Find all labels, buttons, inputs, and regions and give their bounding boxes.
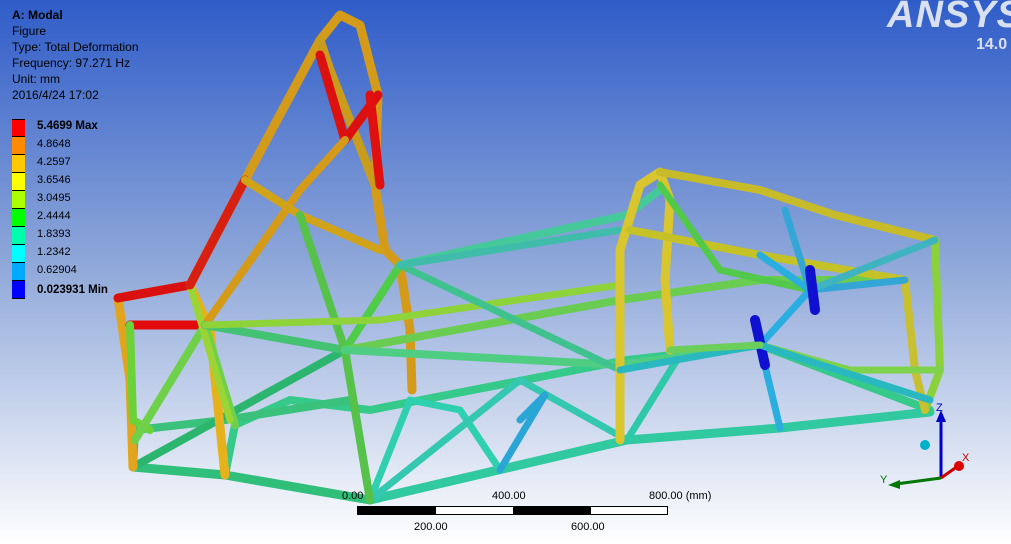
legend-swatch [12,119,25,137]
frame-member [365,407,935,505]
legend-label: 2.4444 [37,210,71,222]
scale-tick-label: 0.00 [342,490,364,502]
legend-label: 0.62904 [37,264,77,276]
legend-label: 1.2342 [37,246,71,258]
frame-member [626,226,909,284]
triad-x-label: X [962,452,970,464]
legend-swatch [12,137,25,155]
coordinate-triad [888,410,964,489]
scale-tick-label: 800.00 (mm) [649,490,712,502]
scale-tick-label: 400.00 [492,490,526,502]
frame-member [921,236,944,414]
frame-member [186,281,234,424]
scale-tick-label: 600.00 [571,521,605,533]
legend-swatch [12,173,25,191]
legend-swatch [12,191,25,209]
legend-swatch [12,263,25,281]
legend-swatch [12,245,25,263]
frame-member [185,10,417,395]
legend-label: 1.8393 [37,228,71,240]
frame-model[interactable] [0,0,1011,544]
legend-label: 4.8648 [37,138,71,150]
legend-label: 3.0495 [37,192,71,204]
frame-member [666,341,764,354]
graphics-viewport[interactable]: A: Modal Figure Type: Total Deformation … [0,0,1011,544]
frame-member [805,265,820,315]
legend-swatch [12,281,25,299]
scale-tick-label: 200.00 [414,521,448,533]
legend-swatch [12,209,25,227]
legend-swatch [12,227,25,245]
frame-member [396,226,624,269]
frequency: Frequency: 97.271 Hz [12,56,131,70]
legend-label: 4.2597 [37,156,71,168]
scale-ruler: 0.00 400.00 800.00 (mm) 200.00 600.00 [342,488,750,538]
legend-swatch [12,155,25,173]
legend-min-label: 0.023931 Min [37,284,108,296]
frame-member [656,168,939,244]
scale-bar [357,506,668,515]
result-type: Type: Total Deformation [12,40,139,54]
version-label: 14.0 [976,36,1008,53]
legend-max-label: 5.4699 Max [37,120,98,132]
frame-member [113,280,195,303]
triad-z-label: Z [936,402,943,414]
frame-member [615,167,675,445]
analysis-title: A: Modal [12,8,63,22]
frame-member [201,321,349,354]
frame-member [341,261,404,354]
frame-member [185,175,250,290]
result-name: Figure [12,24,47,38]
frame-member [128,462,375,505]
result-info-panel: A: Modal Figure Type: Total Deformation … [12,7,139,103]
timestamp: 2016/4/24 17:02 [12,88,99,102]
triad-y-label: Y [880,474,888,486]
legend-label: 3.6546 [37,174,71,186]
ansys-logo: ANSYS [887,0,1011,36]
unit: Unit: mm [12,72,60,86]
